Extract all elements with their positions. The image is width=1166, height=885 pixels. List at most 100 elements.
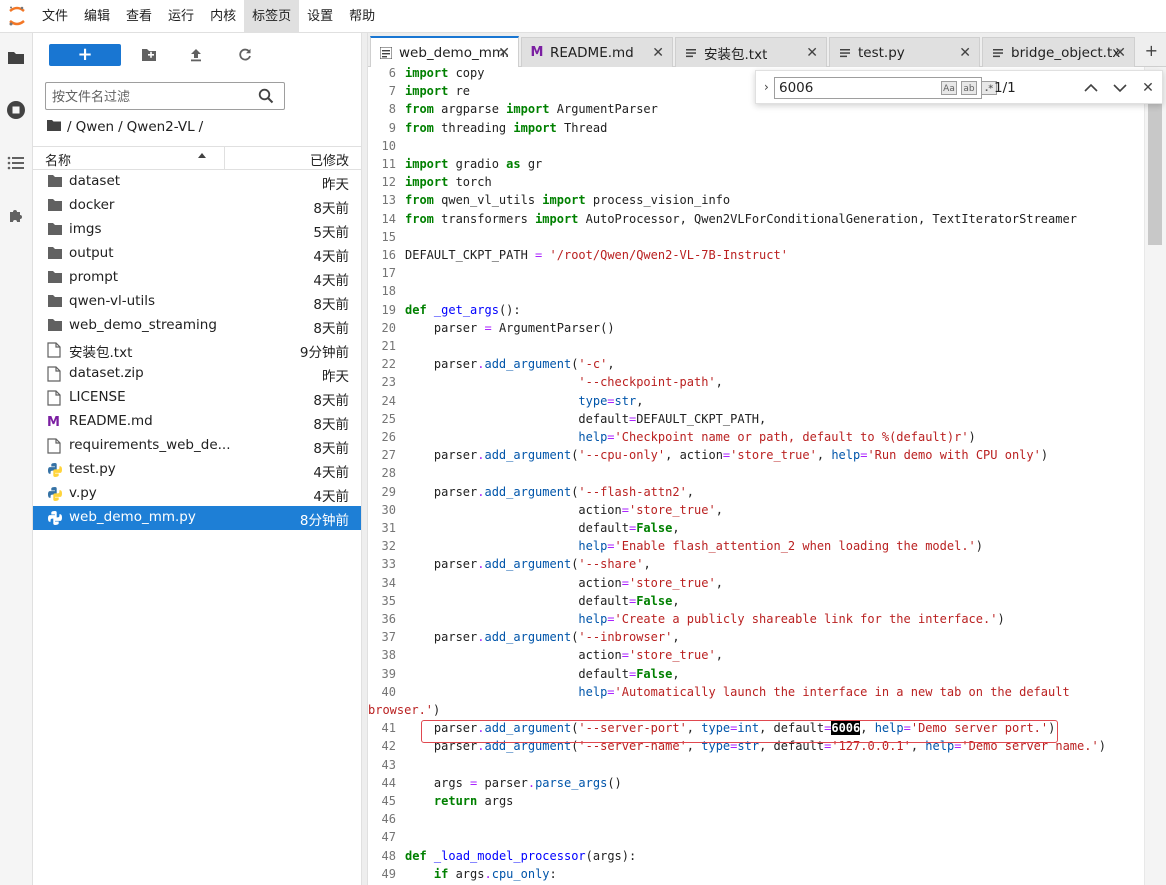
code-line[interactable]: 43 (368, 758, 1144, 776)
file-row[interactable]: 安装包.txt 9分钟前 (33, 338, 361, 362)
code-line[interactable]: 39 default=False, (368, 667, 1144, 685)
home-folder-icon[interactable] (47, 119, 61, 135)
editor-scrollbar[interactable] (1144, 67, 1166, 885)
file-row[interactable]: output 4天前 (33, 242, 361, 266)
new-folder-icon[interactable] (139, 45, 159, 65)
code-line[interactable]: 46 (368, 812, 1144, 830)
code-line[interactable]: 45 return args (368, 794, 1144, 812)
file-row[interactable]: dataset.zip 昨天 (33, 362, 361, 386)
menu-run[interactable]: 运行 (160, 0, 202, 33)
file-row[interactable]: dataset 昨天 (33, 170, 361, 194)
code-line[interactable]: 35 default=False, (368, 594, 1144, 612)
add-tab-plus-icon[interactable]: + (1145, 41, 1158, 60)
running-sessions-icon[interactable] (4, 98, 28, 122)
code-line[interactable]: 40 help='Automatically launch the interf… (368, 685, 1144, 703)
code-line[interactable]: 32 help='Enable flash_attention_2 when l… (368, 539, 1144, 557)
menu-view[interactable]: 查看 (118, 0, 160, 33)
code-line[interactable]: 34 action='store_true', (368, 576, 1144, 594)
upload-icon[interactable] (186, 45, 206, 65)
folder-icon[interactable] (4, 46, 28, 70)
code-line[interactable]: 38 action='store_true', (368, 648, 1144, 666)
tab-bridge-object[interactable]: bridge_object.txt ✕ (982, 37, 1135, 67)
code-line[interactable]: 31 default=False, (368, 521, 1144, 539)
code-line[interactable]: 29 parser.add_argument('--flash-attn2', (368, 485, 1144, 503)
menu-tabs[interactable]: 标签页 (244, 0, 300, 33)
code-line[interactable]: 22 parser.add_argument('-c', (368, 357, 1144, 375)
refresh-icon[interactable] (235, 45, 255, 65)
menu-edit[interactable]: 编辑 (76, 0, 118, 33)
file-row[interactable]: test.py 4天前 (33, 458, 361, 482)
close-icon[interactable]: ✕ (1114, 45, 1126, 61)
file-row[interactable]: LICENSE 8天前 (33, 386, 361, 410)
code-line[interactable]: 25 default=DEFAULT_CKPT_PATH, (368, 412, 1144, 430)
file-row[interactable]: v.py 4天前 (33, 482, 361, 506)
code-line[interactable]: 36 help='Create a publicly shareable lin… (368, 612, 1144, 630)
jupyter-logo-icon[interactable] (0, 0, 34, 33)
breadcrumb-qwen2-vl[interactable]: Qwen2-VL (127, 119, 195, 135)
file-row[interactable]: imgs 5天前 (33, 218, 361, 242)
code-line[interactable]: 30 action='store_true', (368, 503, 1144, 521)
file-row[interactable]: qwen-vl-utils 8天前 (33, 290, 361, 314)
extension-puzzle-icon[interactable] (4, 204, 28, 228)
code-line[interactable]: 48 def _load_model_processor(args): (368, 849, 1144, 867)
code-line[interactable]: 19 def _get_args(): (368, 303, 1144, 321)
new-launcher-button[interactable]: + (49, 44, 121, 66)
code-line[interactable]: 37 parser.add_argument('--inbrowser', (368, 630, 1144, 648)
tab-test-py[interactable]: test.py ✕ (829, 37, 980, 67)
panel-splitter[interactable] (361, 33, 368, 885)
sort-ascending-icon[interactable] (197, 150, 207, 165)
file-row[interactable]: web_demo_streaming 8天前 (33, 314, 361, 338)
close-icon[interactable]: ✕ (652, 45, 664, 61)
find-input[interactable]: 6006 Aa ab .* (774, 77, 997, 99)
code-line[interactable]: 9 from threading import Thread (368, 121, 1144, 139)
code-line[interactable]: 27 parser.add_argument('--cpu-only', act… (368, 448, 1144, 466)
tab-install-txt[interactable]: 安装包.txt ✕ (675, 37, 827, 67)
file-row[interactable]: M README.md 8天前 (33, 410, 361, 434)
file-row[interactable]: prompt 4天前 (33, 266, 361, 290)
close-find-icon[interactable]: ✕ (1139, 79, 1157, 97)
file-row[interactable]: docker 8天前 (33, 194, 361, 218)
column-modified-header[interactable]: 已修改 (310, 150, 349, 169)
column-divider[interactable] (224, 147, 225, 169)
code-line[interactable]: 12 import torch (368, 175, 1144, 193)
code-line[interactable]: 17 (368, 266, 1144, 284)
file-filter-input[interactable] (52, 88, 252, 106)
menu-kernel[interactable]: 内核 (202, 0, 244, 33)
code-line[interactable]: 28 (368, 466, 1144, 484)
file-row[interactable]: web_demo_mm.py 8分钟前 (33, 506, 361, 530)
code-line[interactable]: 23 '--checkpoint-path', (368, 375, 1144, 393)
code-line[interactable]: 33 parser.add_argument('--share', (368, 557, 1144, 575)
code-line[interactable]: 26 help='Checkpoint name or path, defaul… (368, 430, 1144, 448)
match-case-toggle[interactable]: Aa (941, 81, 957, 95)
tab-readme[interactable]: M README.md ✕ (521, 37, 673, 67)
code-line[interactable]: 18 (368, 284, 1144, 302)
toggle-replace-chevron-icon[interactable]: › (764, 80, 769, 94)
whole-word-toggle[interactable]: ab (961, 81, 977, 95)
code-line[interactable]: 16 DEFAULT_CKPT_PATH = '/root/Qwen/Qwen2-… (368, 248, 1144, 266)
next-match-icon[interactable] (1111, 79, 1129, 97)
previous-match-icon[interactable] (1082, 79, 1100, 97)
code-line[interactable]: 14 from transformers import AutoProcessor… (368, 212, 1144, 230)
scrollbar-thumb[interactable] (1148, 95, 1162, 245)
code-line[interactable]: 47 (368, 830, 1144, 848)
code-line[interactable]: 13 from qwen_vl_utils import process_visi… (368, 193, 1144, 211)
code-line[interactable]: browser.') (368, 703, 1144, 721)
code-line[interactable]: 8 from argparse import ArgumentParser (368, 102, 1144, 120)
code-line[interactable]: 49 if args.cpu_only: (368, 867, 1144, 885)
file-row[interactable]: requirements_web_de... 8天前 (33, 434, 361, 458)
tab-web-demo-mm[interactable]: web_demo_mm. ✕ (370, 36, 519, 68)
code-line[interactable]: 20 parser = ArgumentParser() (368, 321, 1144, 339)
code-line[interactable]: 21 (368, 339, 1144, 357)
column-name-header[interactable]: 名称 (45, 150, 71, 169)
code-editor[interactable]: 6 import copy 7 import re 8 from argparse imp… (368, 67, 1144, 885)
menu-settings[interactable]: 设置 (299, 0, 341, 33)
table-of-contents-icon[interactable] (4, 151, 28, 175)
breadcrumb-qwen[interactable]: Qwen (76, 119, 115, 135)
menu-help[interactable]: 帮助 (341, 0, 383, 33)
code-line[interactable]: 24 type=str, (368, 394, 1144, 412)
code-line[interactable]: 11 import gradio as gr (368, 157, 1144, 175)
code-line[interactable]: 44 args = parser.parse_args() (368, 776, 1144, 794)
close-icon[interactable]: ✕ (806, 45, 818, 61)
code-line[interactable]: 10 (368, 139, 1144, 157)
close-icon[interactable]: ✕ (498, 45, 510, 61)
